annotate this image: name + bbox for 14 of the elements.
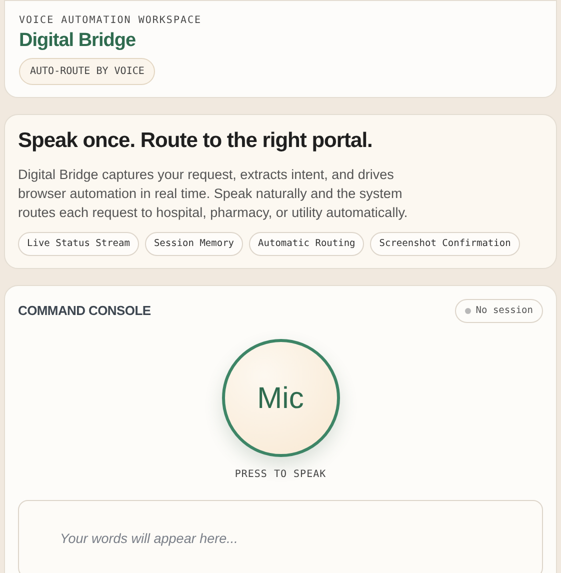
transcript-field[interactable]: Your words will appear here...	[18, 500, 543, 573]
hero-description: Digital Bridge captures your request, extracts intent, and drives browser automation in real time. Speak naturally and the system routes each request to hospital, pharmacy, or utility automatically.	[18, 166, 409, 222]
app-title: Digital Bridge	[19, 29, 136, 53]
status-text: No session	[476, 304, 533, 318]
mic-button[interactable]: Mic	[222, 339, 340, 457]
feature-tag: Screenshot Confirmation	[370, 232, 520, 256]
mode-badge: AUTO-ROUTE BY VOICE	[19, 58, 156, 85]
console-title: COMMAND CONSOLE	[18, 302, 151, 320]
mic-hint: PRESS TO SPEAK	[234, 468, 326, 482]
feature-tag: Session Memory	[144, 232, 244, 256]
feature-tag: Live Status Stream	[18, 232, 139, 256]
feature-tag: Automatic Routing	[249, 232, 364, 256]
eyebrow-text: VOICE AUTOMATION WORKSPACE	[19, 14, 202, 28]
hero-headline: Speak once. Route to the right portal.	[18, 128, 374, 154]
